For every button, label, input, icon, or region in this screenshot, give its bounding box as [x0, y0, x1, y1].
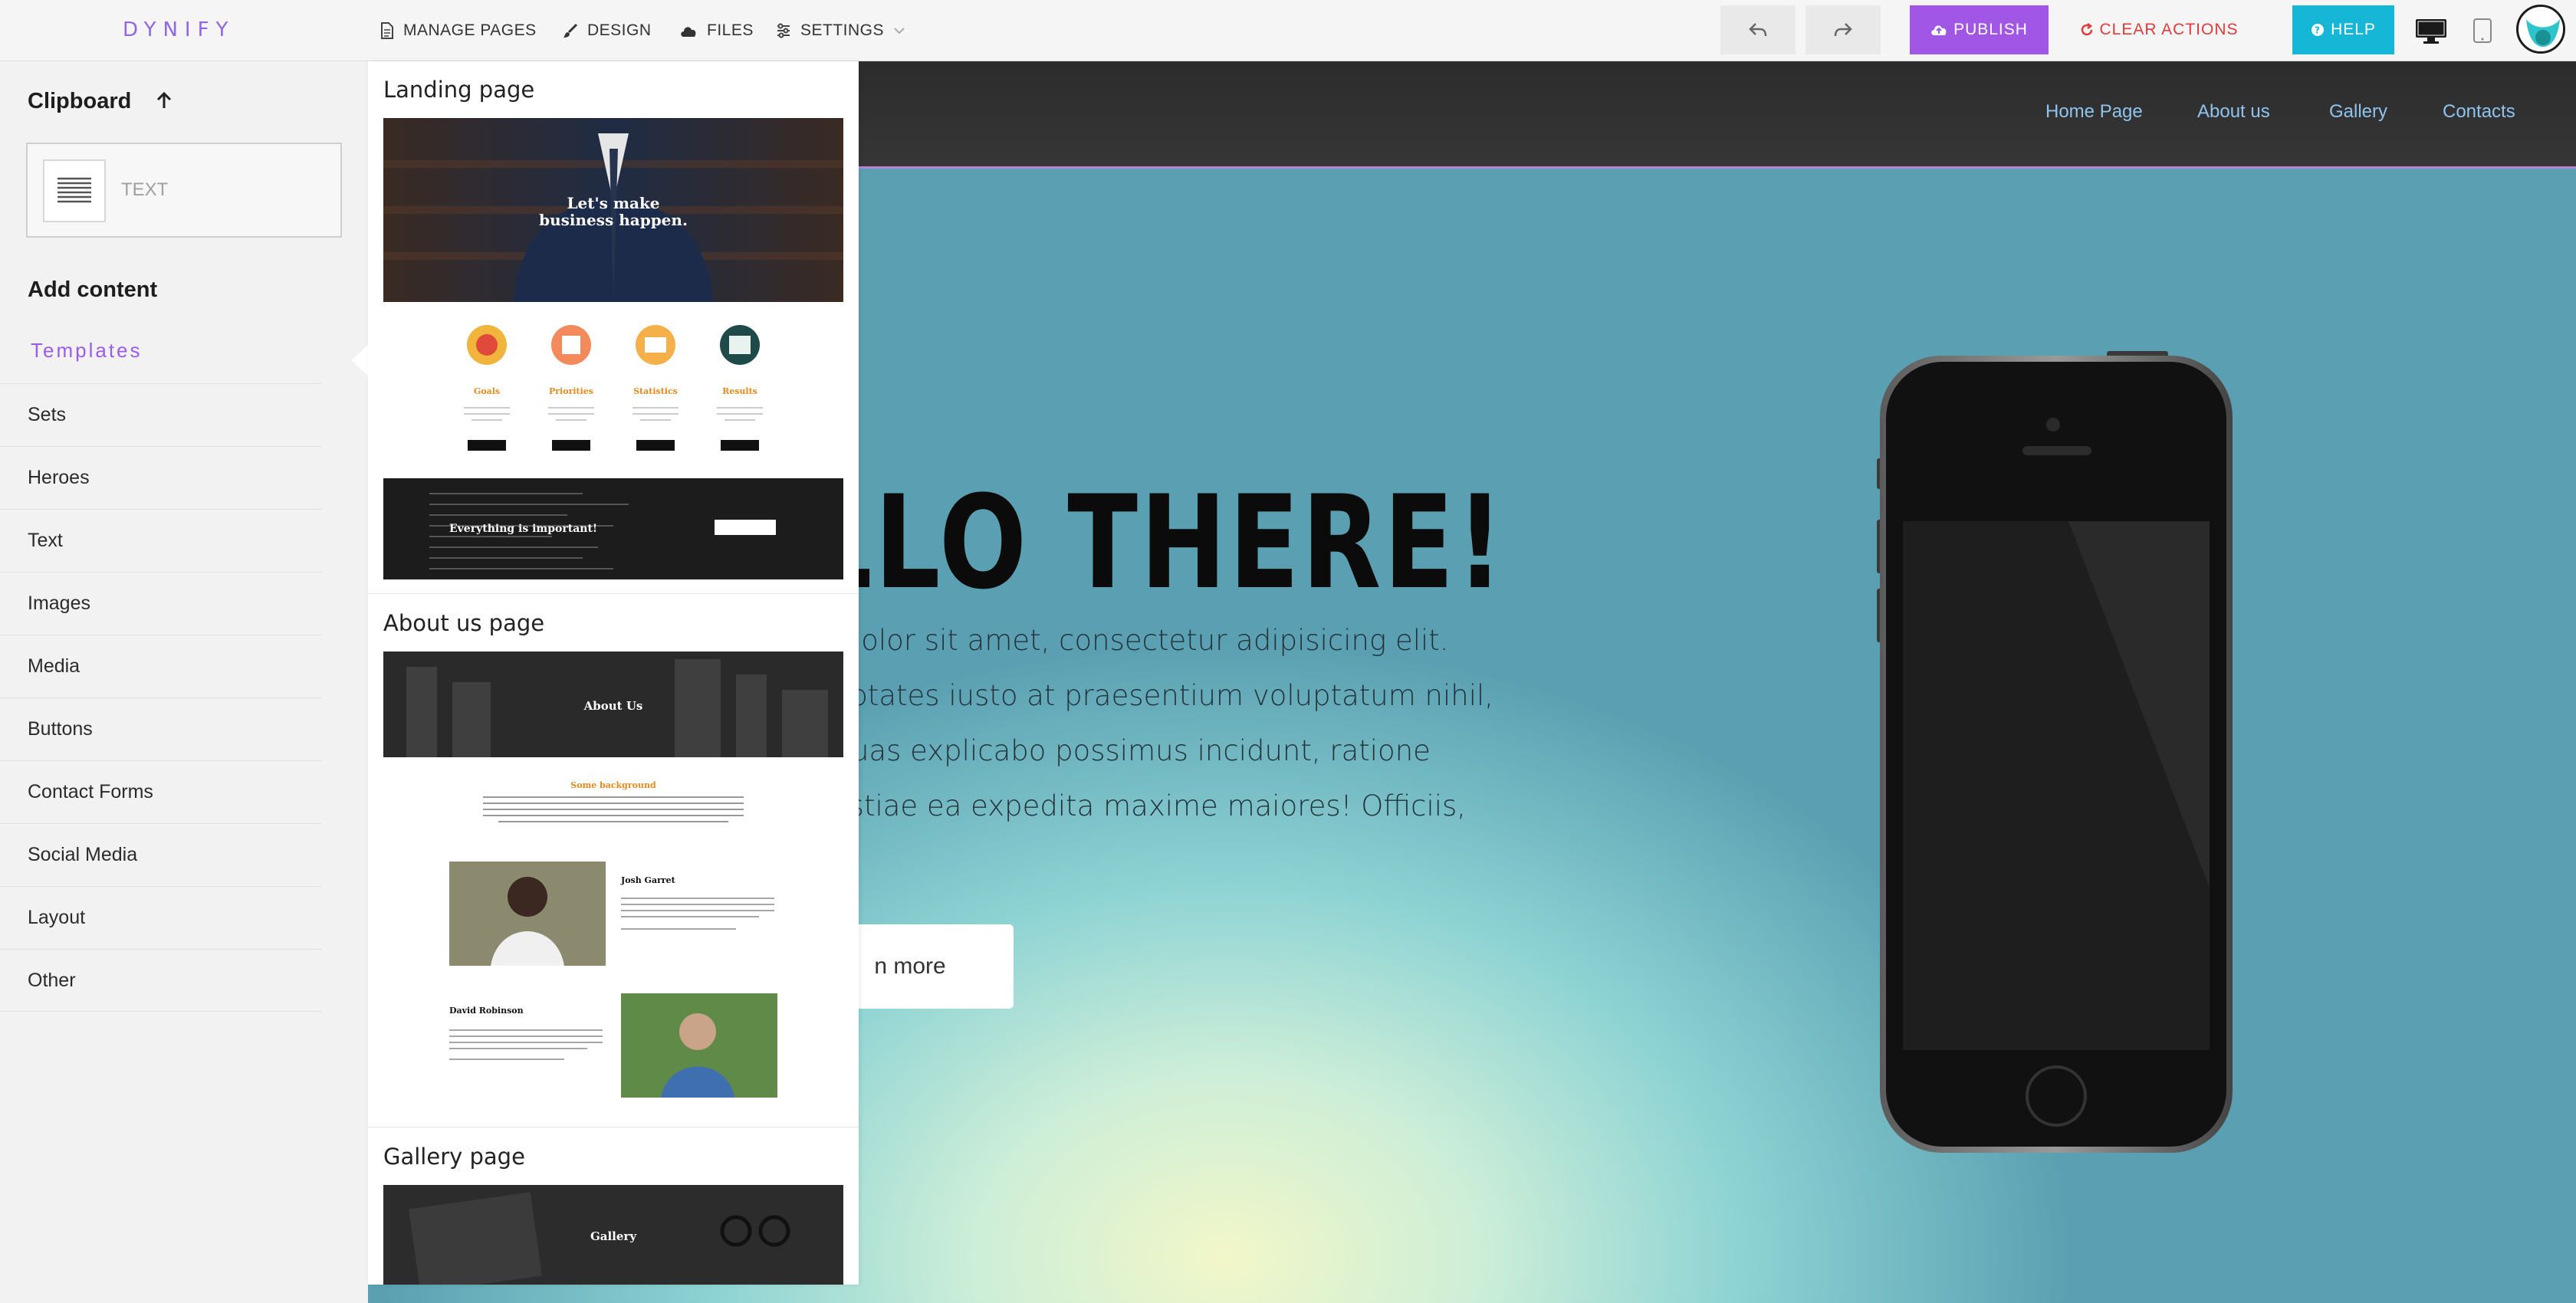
settings-menu[interactable]: SETTINGS — [776, 17, 905, 44]
template-title-landing: Landing page — [383, 77, 535, 103]
app-logo[interactable]: DYNIFY — [123, 18, 235, 41]
publish-label: PUBLISH — [1953, 21, 2028, 38]
brush-icon — [564, 23, 578, 38]
svg-text:Goals: Goals — [474, 386, 500, 396]
clipboard-title-text: Clipboard — [28, 89, 132, 113]
content-category-list: Sets Heroes Text Images Media Buttons Co… — [0, 383, 322, 1012]
cloud-upload-icon — [1931, 25, 1947, 35]
sidebar-item-contact-forms[interactable]: Contact Forms — [0, 760, 322, 823]
about-person-1-name: Josh Garret — [620, 875, 676, 885]
hero-paragraph-line: oluptates iusto at praesentium voluptatu… — [807, 679, 1494, 712]
landing-hero-text: Let's make — [567, 194, 659, 212]
nav-gallery[interactable]: Gallery — [2329, 101, 2387, 123]
arrow-up-icon[interactable] — [156, 91, 172, 110]
template-title-gallery: Gallery page — [383, 1144, 525, 1170]
about-us-page-template[interactable]: About Us Some background Josh Garret Dav… — [383, 652, 843, 1111]
phone-image — [1877, 351, 2233, 1153]
sidebar-item-buttons[interactable]: Buttons — [0, 697, 322, 760]
about-subheading: Some background — [570, 780, 656, 790]
sidebar-item-images[interactable]: Images — [0, 572, 322, 635]
avatar-image — [2520, 7, 2563, 51]
panel-pointer — [351, 345, 368, 376]
template-title-about: About us page — [383, 610, 545, 636]
sidebar-item-heroes[interactable]: Heroes — [0, 446, 322, 509]
svg-text:Results: Results — [722, 386, 757, 396]
add-content-title: Add content — [28, 277, 158, 302]
files-menu[interactable]: FILES — [679, 17, 754, 44]
hero-headline[interactable]: LLO THERE! — [807, 468, 1506, 618]
sidebar-item-text[interactable]: Text — [0, 509, 322, 572]
desktop-icon[interactable] — [2415, 18, 2447, 44]
hero-paragraph[interactable]: m dolor sit amet, consectetur adipisicin… — [807, 613, 1880, 834]
text-block-icon — [43, 159, 106, 222]
hero-paragraph-line: e quas explicabo possimus incidunt, rati… — [807, 734, 1431, 767]
undo-icon — [1749, 23, 1767, 37]
clipboard-item-label: TEXT — [121, 179, 169, 200]
user-avatar[interactable] — [2516, 5, 2565, 54]
svg-text:Priorities: Priorities — [549, 386, 593, 396]
undo-button[interactable] — [1720, 5, 1796, 54]
nav-home-page[interactable]: Home Page — [2045, 101, 2143, 123]
cloud-icon — [681, 27, 696, 37]
design-menu[interactable]: DESIGN — [563, 17, 652, 44]
manage-pages-menu[interactable]: MANAGE PAGES — [380, 17, 537, 44]
help-button[interactable]: ? HELP — [2292, 5, 2394, 54]
files-label: FILES — [707, 21, 754, 39]
sidebar-item-layout[interactable]: Layout — [0, 886, 322, 949]
about-hero-text: About Us — [583, 699, 643, 713]
templates-panel: Landing page Let's make business happen.… — [368, 61, 859, 1285]
publish-button[interactable]: PUBLISH — [1910, 5, 2049, 54]
panel-divider — [368, 593, 859, 594]
question-icon: ? — [2312, 24, 2325, 36]
gallery-page-template[interactable]: Gallery — [383, 1185, 843, 1285]
sidebar-item-templates[interactable]: Templates — [31, 339, 143, 363]
hero-paragraph-line: olestiae ea expedita maxime maiores! Off… — [807, 789, 1467, 822]
settings-label: SETTINGS — [800, 21, 885, 39]
sidebar-item-sets[interactable]: Sets — [0, 383, 322, 446]
landing-banner-title: Everything is important! — [449, 523, 597, 535]
refresh-icon — [2082, 23, 2093, 36]
sidebar-item-media[interactable]: Media — [0, 635, 322, 697]
gallery-hero-text: Gallery — [590, 1229, 637, 1243]
clear-actions-button[interactable]: CLEAR ACTIONS — [2067, 5, 2251, 54]
redo-icon — [1834, 23, 1852, 37]
landing-page-template[interactable]: Let's make business happen. Goals Priorit… — [383, 118, 843, 579]
about-person-2-name: David Robinson — [449, 1006, 524, 1016]
sliders-icon — [777, 23, 790, 38]
clear-actions-label: CLEAR ACTIONS — [2099, 21, 2239, 38]
top-toolbar: DYNIFY MANAGE PAGES DESIGN FILES SETTING… — [0, 0, 2576, 61]
nav-contacts[interactable]: Contacts — [2443, 101, 2515, 123]
hero-paragraph-line: m dolor sit amet, consectetur adipisicin… — [807, 624, 1449, 657]
nav-about-us[interactable]: About us — [2197, 101, 2270, 123]
left-sidebar: Clipboard TEXT Add content Templates Set… — [0, 61, 368, 1303]
chevron-down-icon — [894, 28, 905, 34]
redo-button[interactable] — [1806, 5, 1881, 54]
manage-pages-label: MANAGE PAGES — [403, 21, 537, 39]
tablet-icon[interactable] — [2473, 18, 2492, 43]
page-icon — [381, 22, 393, 39]
svg-text:Statistics: Statistics — [633, 386, 678, 396]
help-label: HELP — [2331, 21, 2376, 38]
design-label: DESIGN — [587, 21, 652, 39]
svg-text:?: ? — [2315, 25, 2321, 36]
sidebar-item-other[interactable]: Other — [0, 949, 322, 1012]
clipboard-item[interactable]: TEXT — [26, 143, 342, 238]
clipboard-title: Clipboard — [28, 89, 172, 114]
svg-text:business happen.: business happen. — [539, 211, 688, 229]
sidebar-item-social-media[interactable]: Social Media — [0, 823, 322, 886]
